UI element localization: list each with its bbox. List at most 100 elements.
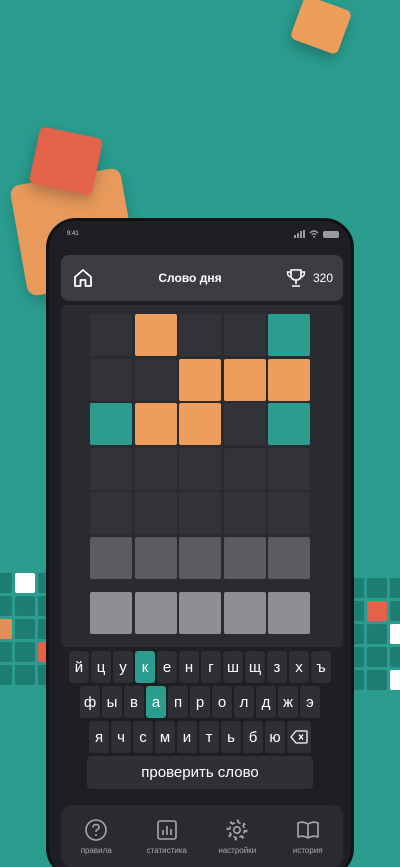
board-tile [134,492,177,534]
board-tile [223,536,266,579]
key-ф[interactable]: ф [80,686,100,718]
board-tile [179,403,221,445]
input-tile [90,592,132,634]
tab-bar: правила статистика настройки история [61,805,343,867]
key-х[interactable]: х [289,651,309,683]
key-ж[interactable]: ж [278,686,298,718]
key-д[interactable]: д [256,686,276,718]
board-tile [90,314,132,356]
key-ю[interactable]: ю [265,721,285,753]
board-tile [179,314,221,356]
phone-frame: 9:41 Слово дня 320 й ц у к е н г ш щ з х… [46,218,354,867]
game-board [61,305,343,647]
input-tile [179,592,221,634]
wifi-icon [309,230,319,238]
board-tile [179,447,221,490]
board-tile [179,536,221,579]
key-р[interactable]: р [190,686,210,718]
board-tile [223,314,266,356]
keyboard-row-2: фывапролджэ [49,686,351,718]
board-tile [134,536,177,579]
tab-statistics[interactable]: статистика [135,818,199,855]
key-е[interactable]: е [157,651,177,683]
key-л[interactable]: л [234,686,254,718]
key-т[interactable]: т [199,721,219,753]
tab-rules[interactable]: правила [64,818,128,855]
check-word-button[interactable]: проверить слово [87,756,313,789]
score-value: 320 [312,271,333,285]
key-щ[interactable]: щ [245,651,265,683]
signal-icon [294,230,305,238]
tab-settings[interactable]: настройки [205,818,269,855]
status-icons [294,230,339,238]
tab-history[interactable]: история [276,818,340,855]
key-э[interactable]: э [300,686,320,718]
tab-label: настройки [218,845,257,855]
key-к[interactable]: к [135,651,155,683]
key-й[interactable]: й [69,651,89,683]
guess-grid [90,314,310,579]
header-bar: Слово дня 320 [61,255,343,301]
tab-label: правила [80,845,112,855]
board-tile [90,358,132,401]
input-tile [268,592,310,634]
decor-square-top [289,0,353,56]
key-ы[interactable]: ы [102,686,122,718]
board-tile [223,358,266,401]
key-а[interactable]: а [146,686,166,718]
board-tile [90,403,132,445]
key-н[interactable]: н [179,651,199,683]
battery-icon [323,230,339,238]
input-row [90,592,310,634]
status-bar: 9:41 [49,221,351,247]
key-п[interactable]: п [168,686,188,718]
key-ь[interactable]: ь [221,721,241,753]
home-icon [74,269,92,287]
key-ц[interactable]: ц [91,651,111,683]
help-icon [85,818,108,841]
input-tile [223,592,266,634]
home-button[interactable] [71,266,95,290]
key-ш[interactable]: ш [223,651,243,683]
keyboard-row-1: йцукенгшщзхъ [49,651,351,683]
stats-icon [156,819,177,840]
gear-icon [226,819,248,840]
tab-label: история [292,845,323,855]
board-tile [90,447,132,490]
input-tile [134,592,177,634]
key-с[interactable]: с [133,721,153,753]
board-tile [90,536,132,579]
board-tile [268,492,310,534]
key-ъ[interactable]: ъ [311,651,331,683]
board-tile [268,358,310,401]
key-в[interactable]: в [124,686,144,718]
board-tile [268,447,310,490]
key-ч[interactable]: ч [111,721,131,753]
key-и[interactable]: и [177,721,197,753]
tab-label: статистика [146,845,187,855]
key-м[interactable]: м [155,721,175,753]
board-tile [223,403,266,445]
board-tile [268,403,310,445]
key-б[interactable]: б [243,721,263,753]
score-display[interactable]: 320 [285,268,333,288]
keyboard-row-3: ячсмитьбю [49,721,351,753]
key-о[interactable]: о [212,686,232,718]
trophy-icon [286,269,306,287]
status-time: 9:41 [67,231,79,237]
key-у[interactable]: у [113,651,133,683]
key-г[interactable]: г [201,651,221,683]
board-tile [268,536,310,579]
board-tile [179,492,221,534]
board-tile [179,358,221,401]
keyboard: йцукенгшщзхъ фывапролджэ ячсмитьбю прове… [49,651,351,789]
board-tile [134,447,177,490]
board-tile [134,358,177,401]
board-tile [223,492,266,534]
backspace-key[interactable] [287,721,311,753]
board-tile [268,314,310,356]
board-tile [90,492,132,534]
key-з[interactable]: з [267,651,287,683]
key-я[interactable]: я [89,721,109,753]
book-icon [296,820,319,839]
